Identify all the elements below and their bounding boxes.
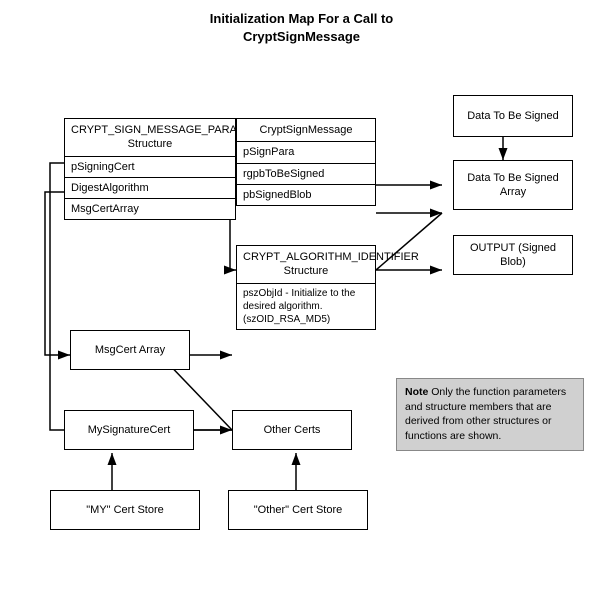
diagram-container: Initialization Map For a Call to CryptSi… <box>0 0 603 592</box>
crypt-sign-message-header: CryptSignMessage <box>237 119 375 142</box>
page-title: Initialization Map For a Call to CryptSi… <box>0 0 603 46</box>
crypt-algo-row-1: pszObjId - Initialize to the desired alg… <box>237 284 375 329</box>
other-cert-store-box: "Other" Cert Store <box>228 490 368 530</box>
note-text: Only the function parameters and structu… <box>405 386 566 442</box>
crypt-sign-message-row-2: rgpbToBeSigned <box>237 164 375 185</box>
my-cert-store-box: "MY" Cert Store <box>50 490 200 530</box>
msg-cert-array-box: MsgCert Array <box>70 330 190 370</box>
note-label: Note <box>405 386 428 398</box>
data-to-be-signed-array-box: Data To Be Signed Array <box>453 160 573 210</box>
output-signed-blob-box: OUTPUT (Signed Blob) <box>453 235 573 275</box>
note-box: Note Only the function parameters and st… <box>396 378 584 451</box>
other-certs-box: Other Certs <box>232 410 352 450</box>
data-to-be-signed-box: Data To Be Signed <box>453 95 573 137</box>
crypt-algo-header: CRYPT_ALGORITHM_IDENTIFIER Structure <box>237 246 375 284</box>
my-signature-cert-box: MySignatureCert <box>64 410 194 450</box>
crypt-sign-message-row-3: pbSignedBlob <box>237 185 375 205</box>
crypt-sign-para-header: CRYPT_SIGN_MESSAGE_PARA Structure <box>65 119 235 157</box>
crypt-sign-para-box: CRYPT_SIGN_MESSAGE_PARA Structure pSigni… <box>64 118 236 220</box>
crypt-sign-para-row-3: MsgCertArray <box>65 199 235 219</box>
crypt-sign-para-row-2: DigestAlgorithm <box>65 178 235 199</box>
crypt-sign-message-box: CryptSignMessage pSignPara rgpbToBeSigne… <box>236 118 376 206</box>
crypt-sign-para-row-1: pSigningCert <box>65 157 235 178</box>
crypt-sign-message-row-1: pSignPara <box>237 142 375 163</box>
crypt-algo-box: CRYPT_ALGORITHM_IDENTIFIER Structure psz… <box>236 245 376 330</box>
